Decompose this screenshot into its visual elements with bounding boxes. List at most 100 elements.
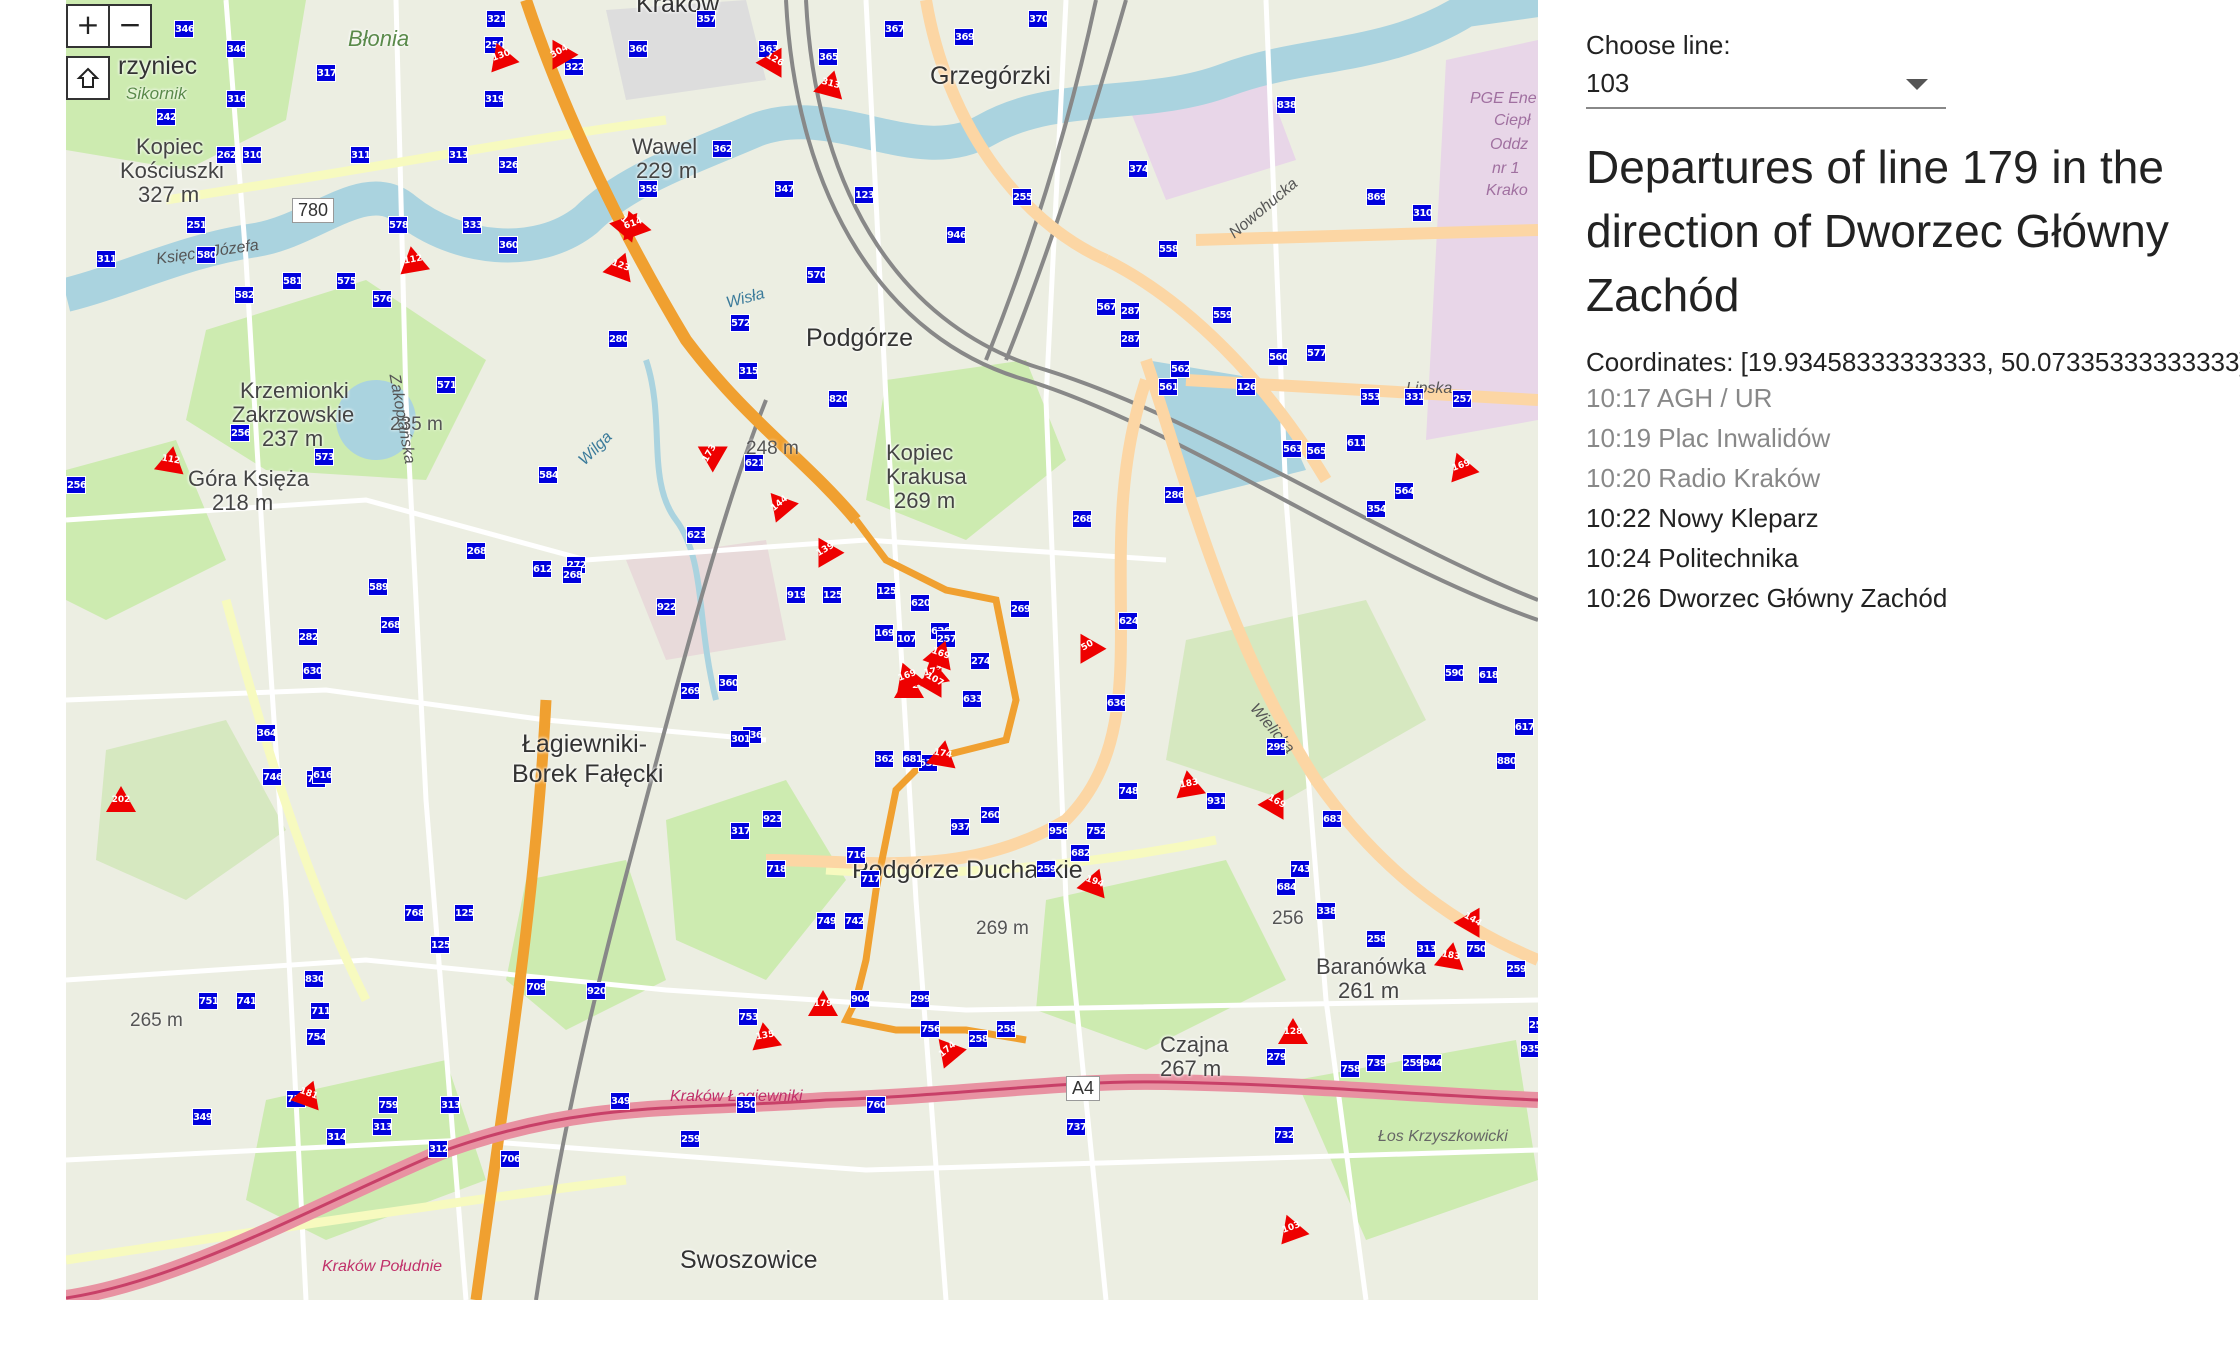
stop-marker[interactable]: 2688 <box>562 566 582 584</box>
stop-marker[interactable]: 2821 <box>298 628 318 646</box>
stop-marker[interactable]: 359 <box>638 180 658 198</box>
stop-marker[interactable]: 683 <box>1322 810 1342 828</box>
stop-marker[interactable]: 820 <box>828 390 848 408</box>
stop-marker[interactable]: 3107 <box>242 146 262 164</box>
stop-marker[interactable]: 572 <box>730 314 750 332</box>
stop-marker[interactable]: 617 <box>1514 718 1534 736</box>
stop-marker[interactable]: 575 <box>336 272 356 290</box>
stop-marker[interactable]: 3131 <box>440 1096 460 1114</box>
stop-marker[interactable]: 2568 <box>66 476 86 494</box>
stop-marker[interactable]: 2874 <box>1120 330 1140 348</box>
stop-marker[interactable]: 2792 <box>1266 1048 1286 1066</box>
stop-marker[interactable]: 3158 <box>738 362 758 380</box>
vehicle-marker[interactable]: 128 <box>1278 1018 1308 1044</box>
stop-marker[interactable]: 748 <box>1118 782 1138 800</box>
stop-marker[interactable]: 616 <box>312 766 332 784</box>
stop-marker[interactable]: 1258 <box>454 904 474 922</box>
stop-marker[interactable]: 2686 <box>466 542 486 560</box>
stop-marker[interactable]: 922 <box>656 598 676 616</box>
stop-marker[interactable]: 3139 <box>1416 940 1436 958</box>
stop-marker[interactable]: 737 <box>1066 1118 1086 1136</box>
stop-marker[interactable]: 741 <box>236 992 256 1010</box>
stop-marker[interactable]: 2595 <box>1528 1016 1538 1034</box>
stop-marker[interactable]: 3129 <box>428 1140 448 1158</box>
stop-marker[interactable]: 717 <box>860 870 880 888</box>
stop-marker[interactable]: 623 <box>686 526 706 544</box>
stop-marker[interactable]: 584 <box>538 466 558 484</box>
stop-marker[interactable]: 612 <box>532 560 552 578</box>
vehicle-marker[interactable]: 179 <box>808 990 838 1016</box>
vehicle-marker[interactable]: 112 <box>395 243 431 275</box>
stop-marker[interactable]: 582 <box>234 286 254 304</box>
stop-marker[interactable]: 2687 <box>1072 510 1092 528</box>
stop-marker[interactable]: 759 <box>378 1096 398 1114</box>
stop-marker[interactable]: 2865 <box>1164 486 1184 504</box>
stop-marker[interactable]: 319 <box>484 90 504 108</box>
stop-marker[interactable]: 2593 <box>680 1130 700 1148</box>
stop-marker[interactable]: 636 <box>1106 694 1126 712</box>
stop-marker[interactable]: 706 <box>500 1150 520 1168</box>
stop-marker[interactable]: 3310 <box>1404 388 1424 406</box>
stop-marker[interactable]: 3541 <box>1366 500 1386 518</box>
stop-marker[interactable]: 564 <box>1394 482 1414 500</box>
stop-marker[interactable]: 611 <box>1346 434 1366 452</box>
stop-marker[interactable]: 716 <box>846 846 866 864</box>
stop-marker[interactable]: 956 <box>1048 822 1068 840</box>
stop-marker[interactable]: 2570 <box>1452 390 1472 408</box>
stop-marker[interactable]: 3471 <box>774 180 794 198</box>
stop-marker[interactable]: 937 <box>950 818 970 836</box>
stop-marker[interactable]: 869 <box>1366 188 1386 206</box>
stop-marker[interactable]: 577 <box>1306 344 1326 362</box>
stop-marker[interactable]: 620 <box>910 594 930 612</box>
stop-marker[interactable]: 107 <box>896 630 916 648</box>
stop-marker[interactable]: 362 <box>712 140 732 158</box>
stop-marker[interactable]: 589 <box>368 578 388 596</box>
stop-marker[interactable]: 3383 <box>1316 902 1336 920</box>
stop-marker[interactable]: 732 <box>1274 1126 1294 1144</box>
stop-marker[interactable]: 919 <box>786 586 806 604</box>
stop-marker[interactable]: 3115 <box>96 250 116 268</box>
line-select[interactable]: 103 <box>1586 65 1946 109</box>
vehicle-marker[interactable]: 135 <box>747 1019 783 1051</box>
stop-marker[interactable]: 750 <box>1466 940 1486 958</box>
vehicle-marker[interactable]: 183 <box>1433 939 1469 971</box>
stop-marker[interactable]: 944 <box>1422 1054 1442 1072</box>
stop-marker[interactable]: 3500 <box>736 1096 756 1114</box>
stop-marker[interactable]: 739 <box>1366 1054 1386 1072</box>
stop-marker[interactable]: 904 <box>850 990 870 1008</box>
stop-marker[interactable]: 561 <box>1158 378 1178 396</box>
stop-marker[interactable]: 2691 <box>680 682 700 700</box>
stop-marker[interactable]: 711 <box>310 1002 330 1020</box>
stop-marker[interactable]: 3465 <box>174 20 194 38</box>
stop-marker[interactable]: 743 <box>1290 860 1310 878</box>
stop-marker[interactable]: 374 <box>1128 160 1148 178</box>
stop-marker[interactable]: 923 <box>762 810 782 828</box>
stop-marker[interactable]: 581 <box>282 272 302 290</box>
stop-marker[interactable]: 2873 <box>1120 302 1140 320</box>
stop-marker[interactable]: 618 <box>1478 666 1498 684</box>
home-button[interactable] <box>66 56 110 100</box>
stop-marker[interactable]: 1262 <box>1236 378 1256 396</box>
stop-marker[interactable]: 567 <box>1096 298 1116 316</box>
stop-marker[interactable]: 2690 <box>1010 600 1030 618</box>
stop-marker[interactable]: 768 <box>404 904 424 922</box>
stop-marker[interactable]: 558 <box>1158 240 1178 258</box>
stop-marker[interactable]: 2991 <box>910 990 930 1008</box>
stop-marker[interactable]: 2594 <box>1402 1054 1422 1072</box>
stop-marker[interactable]: 3466 <box>226 40 246 58</box>
stop-marker[interactable]: 311 <box>350 146 370 164</box>
stop-marker[interactable]: 3149 <box>326 1128 346 1146</box>
stop-marker[interactable]: 920 <box>586 982 606 1000</box>
stop-marker[interactable]: 2625 <box>216 146 236 164</box>
stop-marker[interactable]: 571 <box>436 376 456 394</box>
stop-marker[interactable]: 682 <box>1070 844 1090 862</box>
stop-marker[interactable]: 758 <box>1340 1060 1360 1078</box>
stop-marker[interactable]: 746 <box>262 768 282 786</box>
stop-marker[interactable]: 563 <box>1282 440 1302 458</box>
stop-marker[interactable]: 3499 <box>192 1108 212 1126</box>
stop-marker[interactable]: 3338 <box>462 216 482 234</box>
stop-marker[interactable]: 681 <box>902 750 922 768</box>
stop-marker[interactable]: 742 <box>844 912 864 930</box>
vehicle-marker[interactable]: 112 <box>153 443 189 475</box>
stop-marker[interactable]: 169 <box>874 624 894 642</box>
